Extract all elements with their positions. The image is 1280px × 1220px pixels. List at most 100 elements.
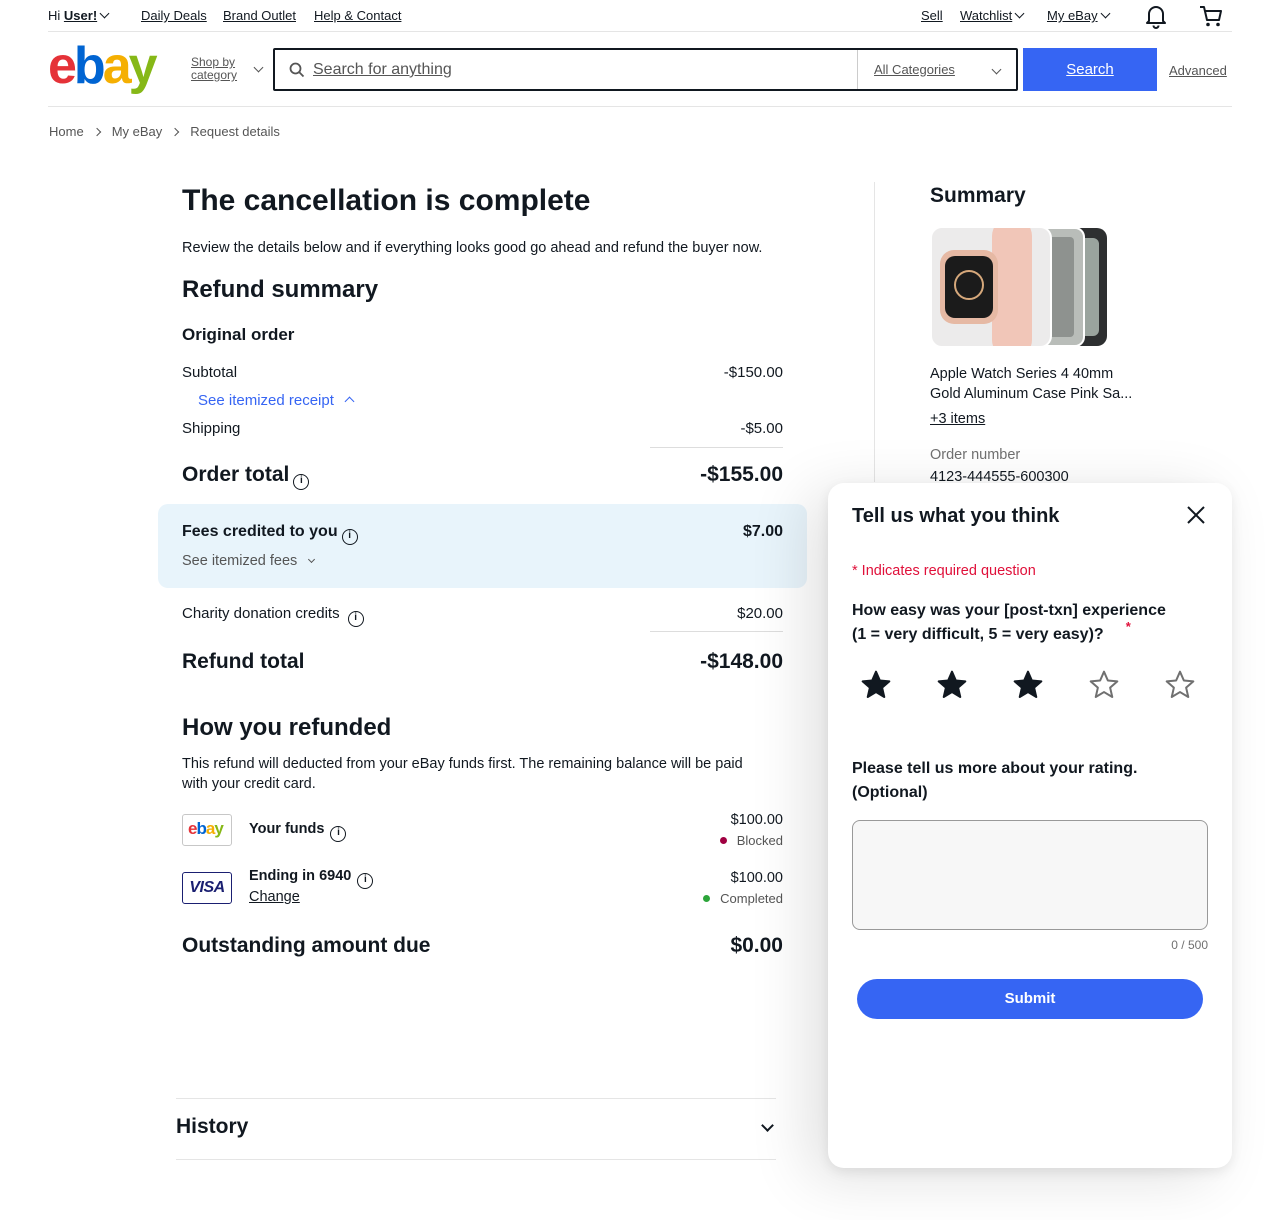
rating-question-line2: (1 = very difficult, 5 = very easy)? (852, 626, 1104, 643)
my-ebay-menu[interactable]: My eBay (1047, 8, 1111, 23)
search-input[interactable] (313, 58, 843, 82)
search-bar: All Categories (273, 48, 1018, 91)
chevron-up-icon (344, 396, 355, 407)
sell-link[interactable]: Sell (921, 8, 943, 23)
close-icon[interactable] (1184, 503, 1208, 527)
chevron-down-icon (253, 62, 264, 73)
change-card-link[interactable]: Change (249, 889, 373, 905)
item-title-line1: Apple Watch Series 4 40mm (930, 366, 1114, 382)
breadcrumb-my-ebay[interactable]: My eBay (112, 124, 163, 139)
daily-deals-link[interactable]: Daily Deals (141, 8, 207, 23)
chevron-down-icon (308, 555, 316, 564)
star-empty-icon[interactable] (1088, 669, 1120, 701)
item-title[interactable]: Apple Watch Series 4 40mm Gold Aluminum … (930, 364, 1132, 404)
order-total-value: -$155.00 (700, 463, 783, 486)
info-icon[interactable]: i (293, 474, 310, 490)
itemized-receipt-label: See itemized receipt (198, 392, 334, 409)
itemized-fees-link[interactable]: See itemized fees (182, 553, 316, 569)
order-total-label: Order total (182, 463, 290, 486)
chevron-down-icon (1100, 8, 1111, 19)
info-icon[interactable]: i (357, 873, 374, 889)
charity-row: Charity donation credits i $20.00 (182, 605, 783, 627)
chevron-down-icon (1014, 8, 1025, 19)
outstanding-label: Outstanding amount due (182, 934, 431, 957)
breadcrumb-home[interactable]: Home (49, 124, 84, 139)
star-filled-icon[interactable] (860, 669, 892, 701)
category-select[interactable]: All Categories (857, 50, 1016, 89)
help-contact-link[interactable]: Help & Contact (314, 8, 401, 23)
refund-summary-heading: Refund summary (182, 276, 379, 303)
brand-outlet-link[interactable]: Brand Outlet (223, 8, 296, 23)
ebay-logo-icon: ebay (182, 814, 232, 846)
intro-text: Review the details below and if everythi… (182, 240, 763, 256)
charity-value: $20.00 (737, 605, 783, 622)
outstanding-value: $0.00 (730, 934, 783, 957)
info-icon[interactable]: i (347, 611, 364, 627)
shop-by-category-button[interactable]: Shop by category (191, 56, 237, 82)
required-note: * Indicates required question (852, 563, 1036, 579)
bell-icon[interactable] (1143, 3, 1169, 29)
comment-question-line2: (Optional) (852, 784, 928, 801)
advanced-search-link[interactable]: Advanced (1169, 63, 1227, 78)
shipping-label: Shipping (182, 420, 241, 437)
product-thumbnail (930, 226, 1052, 348)
item-thumbnails[interactable] (930, 226, 1110, 348)
feedback-panel: Tell us what you think * Indicates requi… (828, 483, 1232, 1168)
card-amount: $100.00 (730, 870, 783, 886)
cart-icon[interactable] (1198, 4, 1224, 28)
greeting: Hi User! (48, 8, 110, 23)
site-header: ebay Shop by category All Categories Sea… (48, 32, 1232, 107)
refund-total-value: -$148.00 (700, 650, 783, 673)
chevron-down-icon[interactable] (99, 8, 110, 19)
character-counter: 0 / 500 (1171, 938, 1208, 952)
info-icon[interactable]: i (330, 826, 347, 842)
original-order-heading: Original order (182, 325, 295, 344)
fees-label: Fees credited to you (182, 523, 338, 540)
chevron-down-icon (761, 1119, 774, 1132)
comment-textarea[interactable] (852, 820, 1208, 930)
comment-question-line1: Please tell us more about your rating. (852, 760, 1138, 777)
item-title-line2: Gold Aluminum Case Pink Sa... (930, 386, 1133, 402)
status-dot (703, 895, 711, 902)
watchlist-menu[interactable]: Watchlist (960, 8, 1025, 23)
rating-question-line1: How easy was your [post-txn] experience (852, 602, 1166, 619)
divider (650, 631, 783, 632)
summary-heading: Summary (930, 184, 1026, 207)
your-funds-amount: $100.00 (730, 812, 783, 828)
info-icon[interactable]: i (341, 529, 358, 545)
history-label: History (176, 1115, 249, 1138)
card-ending-label: Ending in 6940 (249, 868, 352, 884)
divider (650, 447, 783, 448)
more-items-link[interactable]: +3 items (930, 411, 985, 427)
your-funds-status: Blocked (719, 833, 783, 848)
chevron-right-icon (171, 127, 180, 137)
greeting-prefix: Hi (48, 8, 61, 23)
breadcrumb-current: Request details (190, 124, 280, 139)
sidebar-divider (874, 182, 875, 482)
itemized-receipt-link[interactable]: See itemized receipt (198, 392, 355, 409)
ebay-logo[interactable]: ebay (48, 40, 158, 92)
shipping-value: -$5.00 (740, 420, 783, 437)
card-status: Completed (703, 891, 783, 906)
star-empty-icon[interactable] (1164, 669, 1196, 701)
user-menu-link[interactable]: User! (64, 8, 97, 23)
category-label: category (191, 68, 238, 82)
star-filled-icon[interactable] (1012, 669, 1044, 701)
how-refunded-heading: How you refunded (182, 714, 392, 741)
fees-credited-panel (158, 504, 807, 588)
fees-value: $7.00 (742, 523, 783, 540)
star-filled-icon[interactable] (936, 669, 968, 701)
watchlist-link[interactable]: Watchlist (960, 8, 1012, 23)
submit-button[interactable]: Submit (857, 979, 1203, 1019)
order-number-label: Order number (930, 447, 1021, 463)
refund-total-label: Refund total (182, 650, 305, 673)
my-ebay-link[interactable]: My eBay (1047, 8, 1098, 23)
search-button[interactable]: Search (1023, 48, 1157, 91)
how-refunded-text: This refund will deducted from your eBay… (182, 756, 743, 792)
history-accordion[interactable]: History (176, 1098, 776, 1160)
fees-row: Fees credited to you i $7.00 (182, 523, 783, 545)
feedback-title: Tell us what you think (852, 505, 1060, 527)
refund-total-row: Refund total -$148.00 (182, 650, 783, 674)
comment-question: Please tell us more about your rating. (… (852, 757, 1192, 805)
your-funds-label-wrap: Your funds i (249, 821, 347, 842)
